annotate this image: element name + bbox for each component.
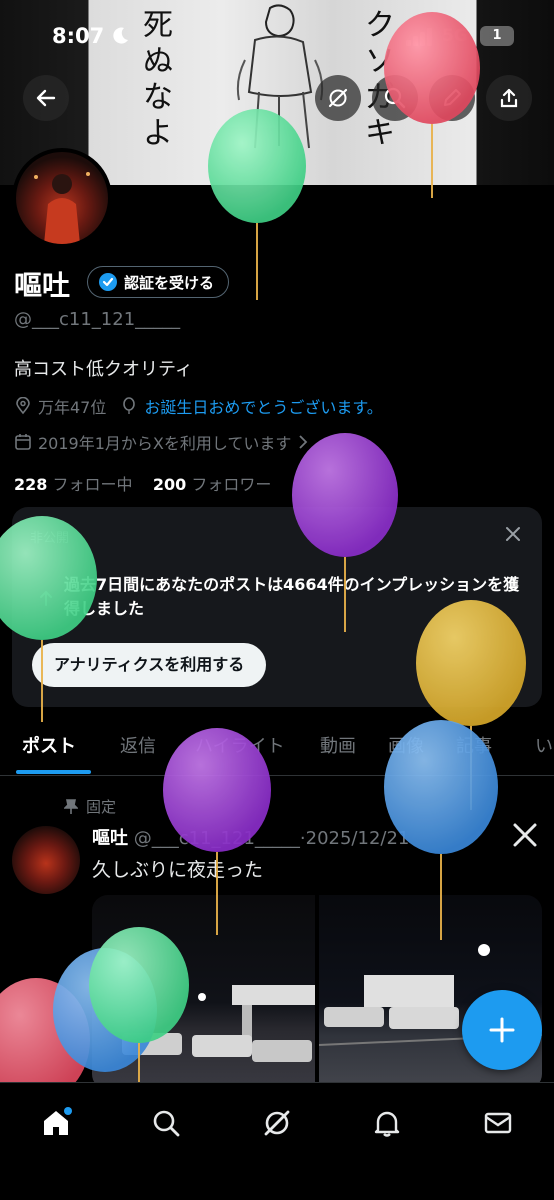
analytics-card: 非公開 過去7日間にあなたのポストは4664件のインプレッションを獲得しました … [12,507,542,707]
post-author: 嘔吐 [92,828,128,849]
get-verified-button[interactable]: 認証を受ける [87,266,230,298]
grok-icon [264,1110,290,1136]
search-icon [384,87,406,109]
post-media[interactable] [92,895,542,1090]
followers-label: フォロワー [191,475,272,494]
battery-icon: 1 [480,26,514,46]
post-avatar[interactable] [12,826,80,894]
share-icon [500,88,518,108]
followers-count: 200 [152,475,187,494]
share-button[interactable] [486,75,532,121]
nav-notifications[interactable] [367,1103,407,1143]
location-icon [16,397,30,415]
arrow-up-icon [40,590,52,606]
post-image-1[interactable] [92,895,322,1090]
status-bar: 8:07 5G 1 [0,0,554,72]
profile-joined: 2019年1月からXを利用しています [38,434,292,453]
pinned-label: 固定 [86,798,117,816]
cellular-signal-icon [406,28,432,46]
search-button[interactable] [372,75,418,121]
nav-grok[interactable] [257,1103,297,1143]
profile-joined-row: 2019年1月からXを利用しています [14,430,309,454]
profile-meta-row: 万年47位 お誕生日おめでとうございます。 [14,394,383,418]
mail-icon [484,1112,512,1134]
pencil-icon [444,89,461,106]
arrow-left-icon [36,89,56,107]
edit-button[interactable] [429,75,475,121]
compose-post-button[interactable] [462,990,542,1070]
post-date: ·2025/12/21 [299,828,410,849]
bottom-navigation [0,1082,554,1200]
pinned-indicator: 固定 [64,796,116,817]
bell-icon [374,1111,400,1137]
pin-icon [64,798,78,814]
profile-name: 嘔吐 [14,269,71,302]
tab-more[interactable]: い [535,732,553,758]
following-count: 228 [14,475,48,494]
profile-handle: @___c11_121_____ [14,309,181,330]
following-label: フォロー中 [52,475,133,494]
grok-icon [328,88,348,108]
profile-location: 万年47位 [38,398,107,417]
following-link[interactable]: 228 フォロー中 [14,475,133,494]
analytics-cta-button[interactable]: アナリティクスを利用する [32,643,267,687]
calendar-icon [15,434,31,450]
tab-videos[interactable]: 動画 [320,732,356,758]
network-type: 5G [442,26,468,46]
moon-icon [113,27,128,44]
private-label: 非公開 [30,531,70,546]
grok-button[interactable] [315,75,361,121]
active-tab-indicator [16,770,91,774]
avatar-photo [34,172,90,244]
follow-stats: 228 フォロー中 200 フォロワー [14,471,271,495]
followers-link[interactable]: 200 フォロワー [153,475,272,494]
chevron-right-icon [299,435,308,449]
night-gas-station-photo [122,985,322,1062]
x-logo-icon [513,823,537,847]
analytics-message: 過去7日間にあなたのポストは4664件のインプレッションを獲得しました [64,575,520,618]
nav-home[interactable] [36,1103,76,1143]
nav-search[interactable] [146,1103,186,1143]
birthday-message: お誕生日おめでとうございます。 [144,398,383,417]
tab-posts[interactable]: ポスト [22,732,76,758]
post-header: 嘔吐 @___c11_121_____·2025/12/21 [92,824,409,850]
search-icon [153,1110,180,1137]
nav-messages[interactable] [478,1103,518,1143]
post-text: 久しぶりに夜走った [92,859,264,881]
close-icon[interactable] [504,525,522,543]
home-notification-dot [64,1107,72,1115]
balloon-icon [123,397,136,414]
verified-badge-icon [99,273,117,291]
status-time: 8:07 [52,24,105,48]
profile-bio: 高コスト低クオリティ [14,359,193,380]
tab-replies[interactable]: 返信 [120,732,156,758]
back-button[interactable] [23,75,69,121]
post-handle: @___c11_121_____ [133,828,300,849]
tab-images[interactable]: 画像 [388,732,424,758]
profile-avatar[interactable] [12,148,112,248]
plus-icon [489,1017,515,1043]
tab-articles[interactable]: 記事 [456,732,492,758]
profile-tabs: ポスト 返信 ハイライト 動画 画像 記事 い [0,724,554,776]
tab-highlights[interactable]: ハイライト [195,732,285,758]
get-verified-label: 認証を受ける [124,273,215,292]
